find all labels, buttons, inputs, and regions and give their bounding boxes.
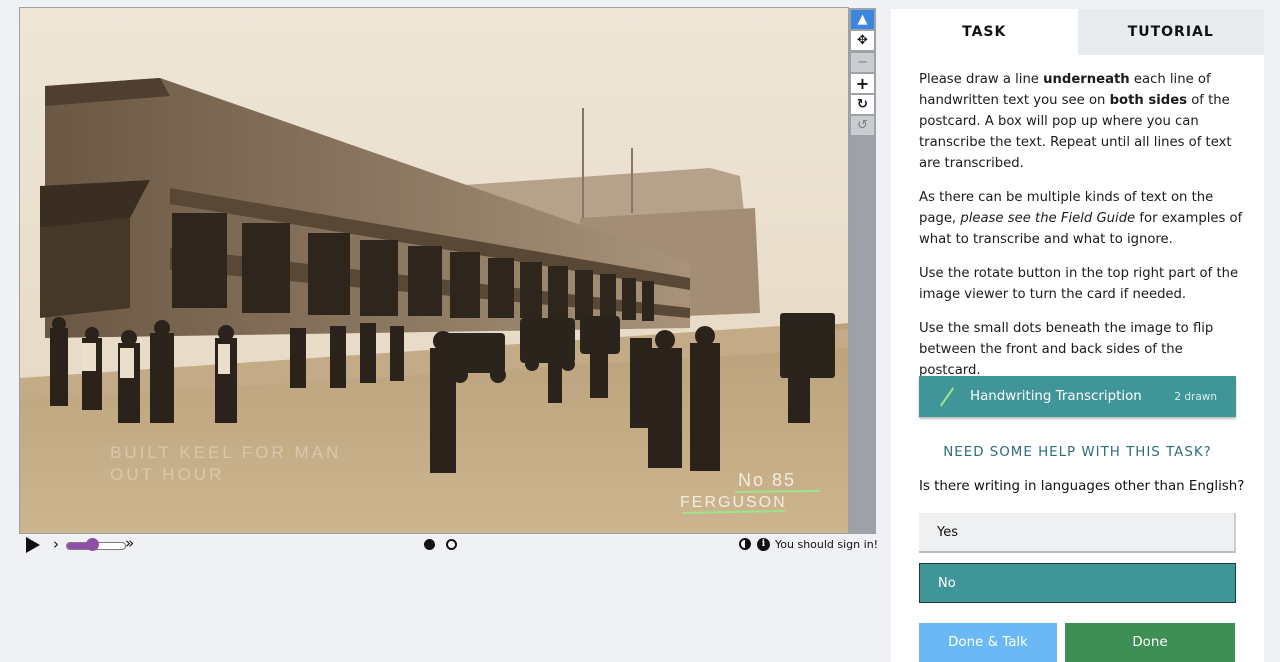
pointer-icon[interactable]: ▲ (851, 10, 874, 29)
info-icon[interactable]: i (757, 538, 770, 551)
speed-slider-thumb[interactable] (86, 538, 99, 551)
faster-icon[interactable]: » (125, 534, 134, 552)
drawn-count: 2 drawn (1174, 390, 1217, 403)
tab-task[interactable]: TASK (891, 9, 1078, 55)
answer-no-button[interactable]: No (919, 563, 1236, 603)
handwriting-transcription-tool[interactable]: Handwriting Transcription 2 drawn (919, 376, 1236, 417)
language-question: Is there writing in languages other than… (919, 479, 1245, 494)
subject-image-viewer[interactable]: BUILT KEEL FOR MAN OUT HOUR No 85 FERGUS… (19, 7, 849, 534)
instruction-field-guide-reference: please see the Field Guide (960, 211, 1136, 226)
line-tool-icon (939, 387, 955, 407)
done-and-talk-button[interactable]: Done & Talk (919, 623, 1057, 662)
move-icon[interactable]: ✥ (851, 31, 874, 50)
task-instructions: Please draw a line underneath each line … (919, 69, 1244, 394)
tool-label: Handwriting Transcription (970, 389, 1142, 404)
image-tool-rail: ▲ ✥ − + ↻ ↺ (849, 8, 876, 534)
task-help-link[interactable]: NEED SOME HELP WITH THIS TASK? (891, 445, 1264, 460)
instruction-emphasis: underneath (1043, 72, 1130, 87)
invert-colors-icon[interactable] (739, 538, 751, 550)
instruction-text: Please draw a line (919, 72, 1044, 87)
zoom-out-icon[interactable]: − (851, 53, 874, 72)
handwriting-line-1: No 85 (738, 470, 796, 490)
viewer-controls: › » i You should sign in! (19, 534, 879, 557)
zoom-in-icon[interactable]: + (851, 74, 874, 93)
frame-dot-front[interactable] (424, 539, 435, 550)
task-panel: TASK TUTORIAL Please draw a line underne… (891, 9, 1264, 662)
photo-caption-line-1: BUILT KEEL FOR MAN (110, 443, 341, 462)
postcard-photo[interactable]: BUILT KEEL FOR MAN OUT HOUR No 85 FERGUS… (20, 8, 849, 534)
sign-in-prompt[interactable]: You should sign in! (775, 538, 878, 551)
rotate-icon[interactable]: ↻ (851, 95, 874, 114)
instruction-paragraph-3: Use the rotate button in the top right p… (919, 266, 1239, 302)
task-tabs: TASK TUTORIAL (891, 9, 1264, 55)
instruction-paragraph-1: Please draw a line underneath each line … (919, 69, 1244, 174)
reset-icon[interactable]: ↺ (851, 116, 874, 135)
frame-dot-back[interactable] (446, 539, 457, 550)
play-icon[interactable] (25, 536, 41, 554)
instruction-paragraph-4: Use the small dots beneath the image to … (919, 321, 1214, 378)
photo-caption-line-2: OUT HOUR (110, 465, 224, 484)
slower-icon[interactable]: › (53, 535, 59, 553)
handwriting-line-2: FERGUSON (680, 494, 787, 511)
answer-yes-button[interactable]: Yes (919, 513, 1236, 553)
done-button[interactable]: Done (1065, 623, 1235, 662)
instruction-emphasis: both sides (1109, 93, 1187, 108)
page-scroll-edge (1264, 9, 1280, 662)
instruction-paragraph-2: As there can be multiple kinds of text o… (919, 187, 1244, 250)
drawn-transcription-line-1[interactable] (734, 490, 821, 493)
tab-tutorial[interactable]: TUTORIAL (1077, 9, 1264, 55)
